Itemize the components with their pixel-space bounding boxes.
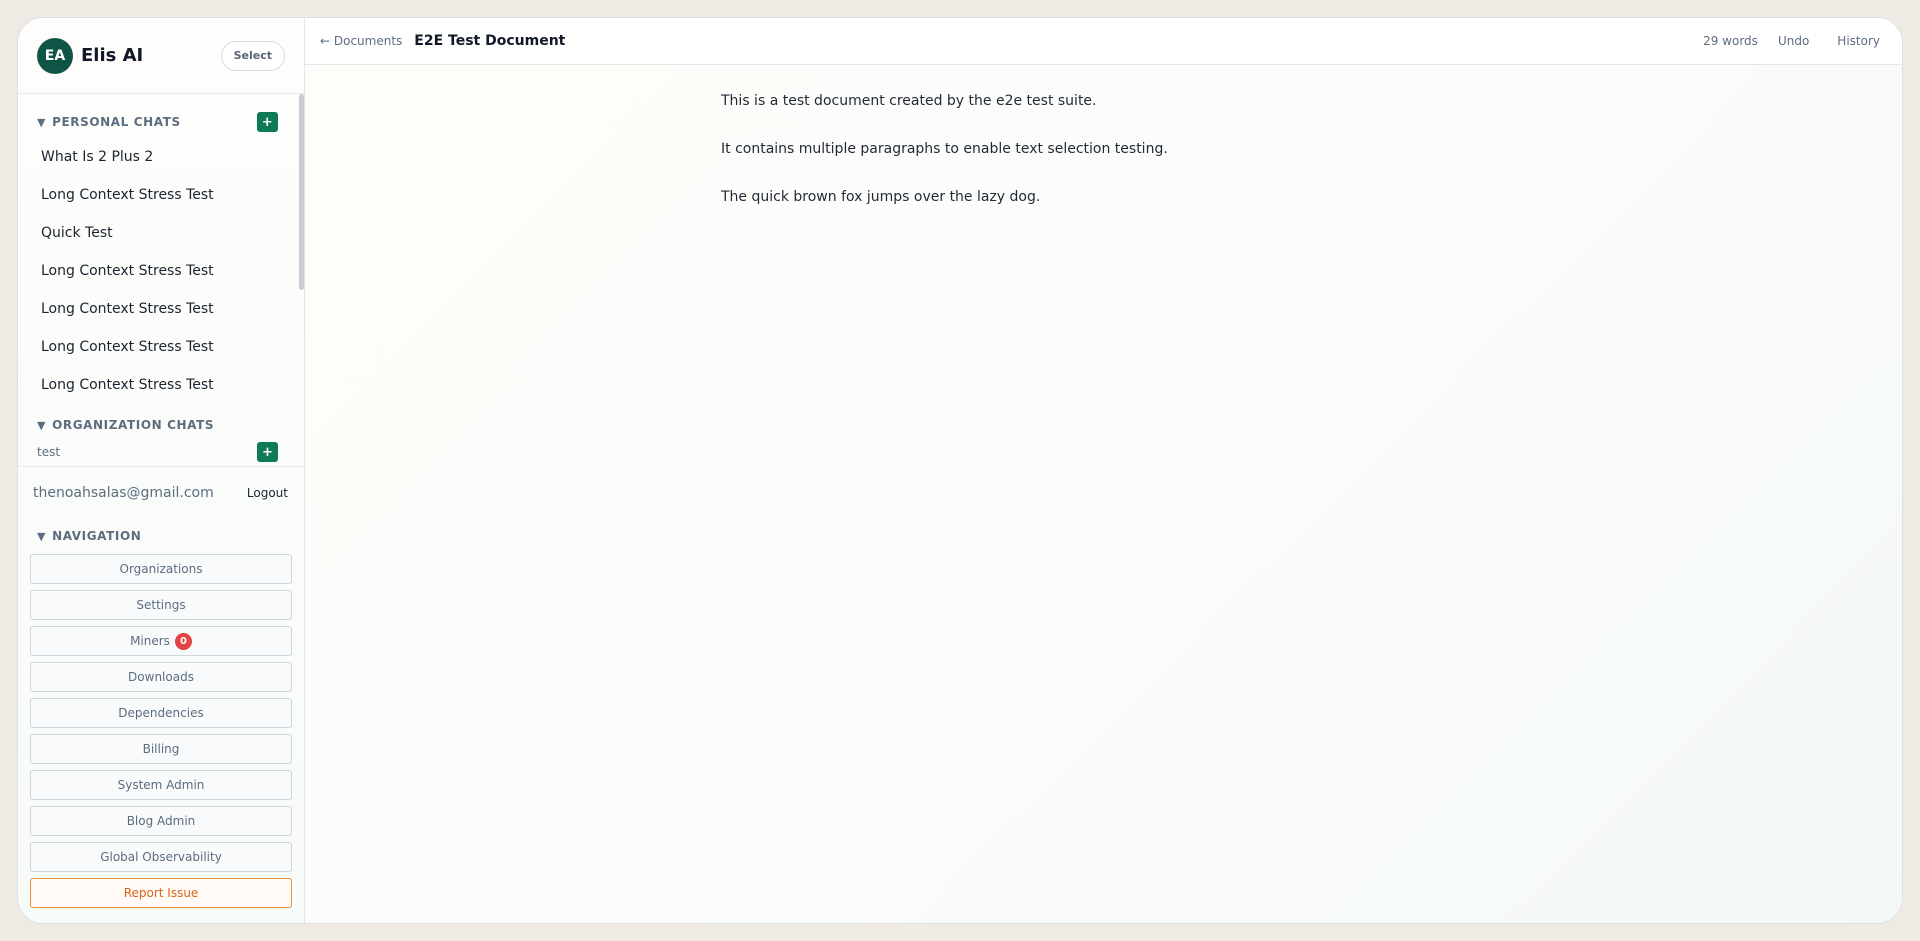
- organization-chats-title: ORGANIZATION CHATS: [52, 418, 215, 432]
- topbar-actions: 29 words Undo History: [1683, 34, 1880, 48]
- sidebar: EA Elis AI Select ▼ PERSONAL CHATS + Wha…: [18, 18, 305, 923]
- editor-topbar: ← Documents E2E Test Document 29 words U…: [305, 18, 1902, 65]
- nav-miners-label: Miners: [130, 634, 170, 648]
- document-body[interactable]: This is a test document created by the e…: [721, 92, 1321, 236]
- chat-item[interactable]: Long Context Stress Test: [18, 290, 304, 328]
- nav-downloads-button[interactable]: Downloads: [30, 662, 292, 692]
- chat-item[interactable]: Long Context Stress Test: [18, 252, 304, 290]
- brand-header: EA Elis AI Select: [18, 18, 304, 94]
- report-issue-button[interactable]: Report Issue: [30, 878, 292, 908]
- collapse-triangle-icon: ▼: [37, 115, 47, 129]
- personal-chat-list: What Is 2 Plus 2 Long Context Stress Tes…: [18, 138, 304, 404]
- collapse-triangle-icon: ▼: [37, 418, 47, 432]
- nav-miners-button[interactable]: Miners 0: [30, 626, 292, 656]
- chats-panel: ▼ PERSONAL CHATS + What Is 2 Plus 2 Long…: [18, 94, 304, 466]
- chat-item[interactable]: Long Context Stress Test: [18, 176, 304, 214]
- add-personal-chat-button[interactable]: +: [257, 112, 278, 132]
- document-paragraph[interactable]: It contains multiple paragraphs to enabl…: [721, 140, 1321, 158]
- navigation-header[interactable]: ▼ NAVIGATION: [18, 518, 304, 554]
- miners-count-badge: 0: [174, 632, 192, 650]
- chat-item[interactable]: Quick Test: [18, 214, 304, 252]
- organization-chats-header[interactable]: ▼ ORGANIZATION CHATS: [18, 416, 304, 434]
- nav-global-observability-button[interactable]: Global Observability: [30, 842, 292, 872]
- personal-chats-title: PERSONAL CHATS: [52, 115, 181, 129]
- add-organization-chat-button[interactable]: +: [257, 442, 278, 462]
- document-editor: ← Documents E2E Test Document 29 words U…: [305, 18, 1902, 923]
- select-button[interactable]: Select: [220, 40, 285, 71]
- personal-chats-header[interactable]: ▼ PERSONAL CHATS +: [18, 112, 304, 132]
- collapse-triangle-icon: ▼: [37, 529, 47, 543]
- app-window: EA Elis AI Select ▼ PERSONAL CHATS + Wha…: [17, 17, 1903, 924]
- navigation-list: Organizations Settings Miners 0 Download…: [18, 554, 304, 914]
- organization-chat-item[interactable]: test +: [18, 442, 304, 462]
- scrollbar[interactable]: [299, 94, 304, 290]
- undo-button[interactable]: Undo: [1778, 34, 1809, 48]
- chat-item[interactable]: Long Context Stress Test: [18, 366, 304, 404]
- nav-system-admin-button[interactable]: System Admin: [30, 770, 292, 800]
- user-email: thenoahsalas@gmail.com: [33, 484, 214, 501]
- document-paragraph[interactable]: The quick brown fox jumps over the lazy …: [721, 188, 1321, 206]
- nav-settings-button[interactable]: Settings: [30, 590, 292, 620]
- user-row: thenoahsalas@gmail.com Logout: [18, 466, 304, 518]
- nav-blog-admin-button[interactable]: Blog Admin: [30, 806, 292, 836]
- brand-name: Elis AI: [81, 45, 144, 66]
- history-button[interactable]: History: [1837, 34, 1880, 48]
- document-paragraph[interactable]: This is a test document created by the e…: [721, 92, 1321, 110]
- nav-dependencies-button[interactable]: Dependencies: [30, 698, 292, 728]
- chat-item[interactable]: What Is 2 Plus 2: [18, 138, 304, 176]
- avatar[interactable]: EA: [37, 37, 73, 74]
- navigation-title: NAVIGATION: [52, 529, 142, 543]
- nav-billing-button[interactable]: Billing: [30, 734, 292, 764]
- document-title[interactable]: E2E Test Document: [414, 33, 565, 49]
- logout-button[interactable]: Logout: [247, 486, 288, 500]
- nav-organizations-button[interactable]: Organizations: [30, 554, 292, 584]
- chat-item[interactable]: Long Context Stress Test: [18, 328, 304, 366]
- word-count: 29 words: [1703, 34, 1758, 48]
- organization-chat-label: test: [37, 445, 61, 459]
- back-to-documents-link[interactable]: ← Documents: [320, 34, 402, 48]
